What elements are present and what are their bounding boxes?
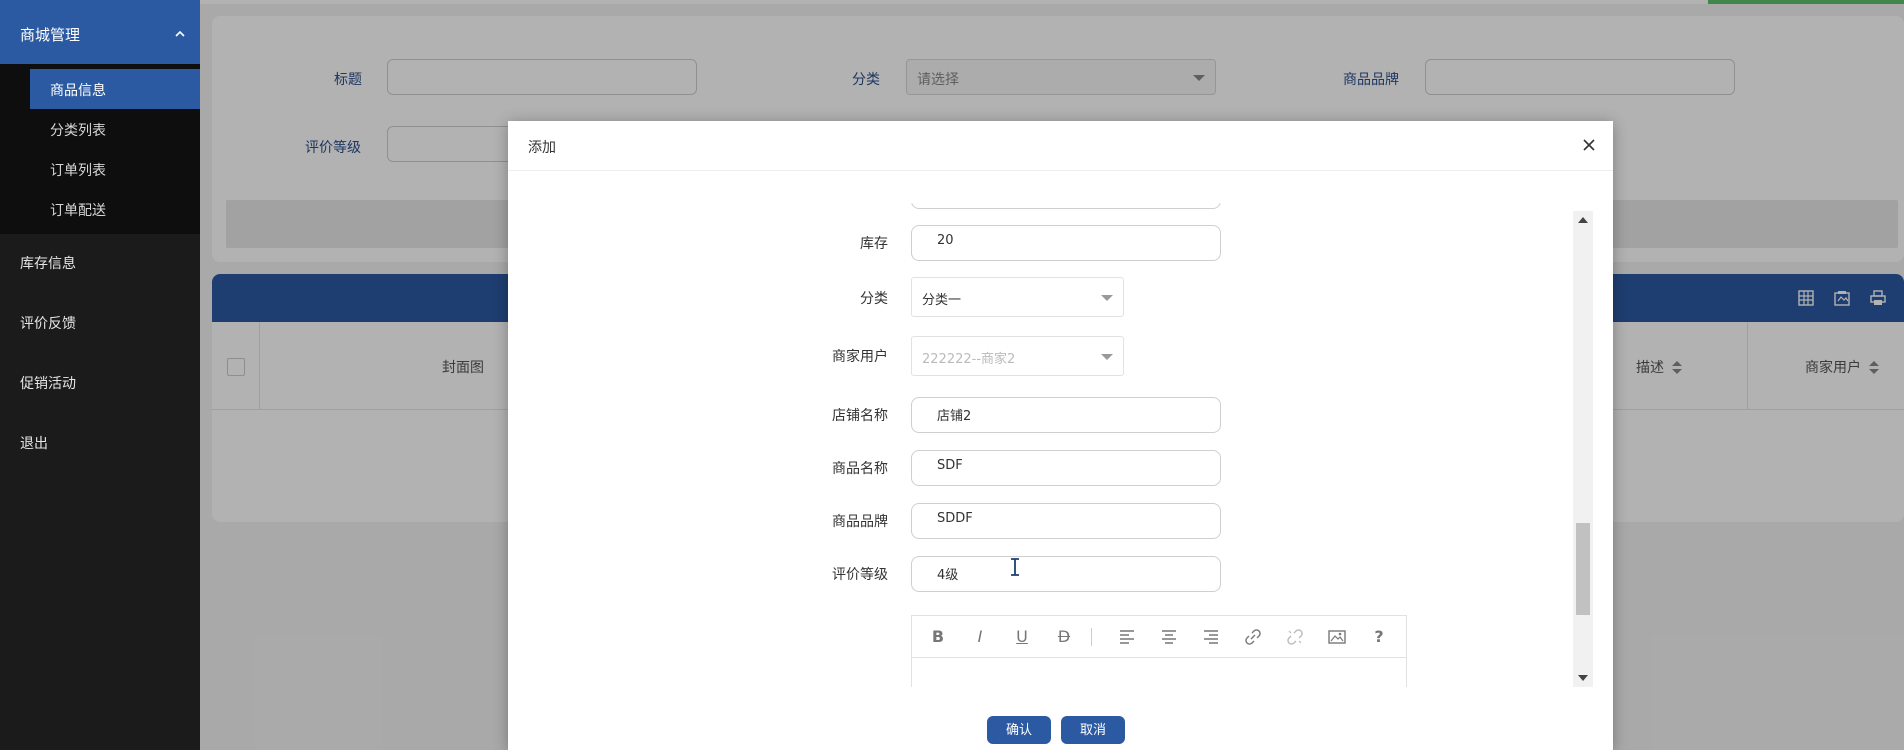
rating-input[interactable]: 4级 — [911, 556, 1221, 592]
close-icon[interactable] — [1579, 135, 1599, 155]
sidebar-item-label: 订单配送 — [50, 203, 106, 219]
stock-value: 20 — [937, 233, 954, 248]
bold-icon[interactable]: B — [929, 628, 947, 646]
sidebar-item-inventory[interactable]: 库存信息 — [0, 234, 200, 294]
shop-name-value: 店铺2 — [937, 409, 972, 424]
dialog-form: 库存 20 分类 分类一 商家用户 222222--商家2 店铺名称 店铺2 商… — [508, 203, 1593, 687]
help-icon[interactable]: ? — [1370, 628, 1388, 646]
merchant-value: 222222--商家2 — [922, 352, 1016, 367]
align-right-icon[interactable] — [1202, 628, 1220, 646]
text-cursor-icon — [1011, 558, 1019, 576]
sidebar-group-mall[interactable]: 商城管理 — [0, 0, 200, 64]
add-dialog: 添加 库存 20 分类 分类一 商家用户 222222--商家2 店铺名称 店铺… — [508, 121, 1613, 750]
image-icon[interactable] — [1328, 628, 1346, 646]
dialog-scrollbar[interactable] — [1573, 211, 1593, 687]
product-name-input[interactable]: SDF — [911, 450, 1221, 486]
sidebar-item-order-delivery[interactable]: 订单配送 — [30, 189, 200, 229]
merchant-label: 商家用户 — [832, 349, 888, 365]
sidebar-item-label: 退出 — [20, 436, 48, 452]
chevron-down-icon — [1101, 354, 1113, 360]
align-left-icon[interactable] — [1118, 628, 1136, 646]
rich-text-editor[interactable]: B I U D ? — [911, 615, 1407, 687]
sidebar: 商城管理 商品信息 分类列表 订单列表 订单配送 库存信息 评价反馈 促销活动 … — [0, 0, 200, 750]
strikethrough-icon[interactable]: D — [1055, 628, 1073, 646]
brand-input[interactable]: SDDF — [911, 503, 1221, 539]
rating-value: 4级 — [937, 568, 959, 583]
cancel-button[interactable]: 取消 — [1061, 716, 1125, 744]
hidden-above-field[interactable] — [911, 203, 1221, 209]
sidebar-item-label: 商品信息 — [50, 83, 106, 99]
dialog-title: 添加 — [528, 140, 556, 156]
align-center-icon[interactable] — [1160, 628, 1178, 646]
stock-input[interactable]: 20 — [911, 225, 1221, 261]
sidebar-submenu: 商品信息 分类列表 订单列表 订单配送 — [0, 64, 200, 234]
editor-toolbar: B I U D ? — [912, 616, 1406, 658]
scrollbar-thumb[interactable] — [1576, 523, 1590, 615]
confirm-button[interactable]: 确认 — [987, 716, 1051, 744]
sidebar-item-label: 分类列表 — [50, 123, 106, 139]
sidebar-item-product-info[interactable]: 商品信息 — [30, 69, 200, 109]
sidebar-item-promotion[interactable]: 促销活动 — [0, 354, 200, 414]
shop-name-input[interactable]: 店铺2 — [911, 397, 1221, 433]
sidebar-item-logout[interactable]: 退出 — [0, 414, 200, 474]
underline-icon[interactable]: U — [1013, 628, 1031, 646]
italic-icon[interactable]: I — [971, 628, 989, 646]
sidebar-item-label: 评价反馈 — [20, 316, 76, 332]
scroll-up-icon[interactable] — [1578, 217, 1588, 223]
link-icon[interactable] — [1244, 628, 1262, 646]
chevron-down-icon — [1101, 295, 1113, 301]
sidebar-group-label: 商城管理 — [20, 26, 81, 44]
sidebar-item-feedback[interactable]: 评价反馈 — [0, 294, 200, 354]
category-label: 分类 — [860, 291, 888, 307]
brand-value: SDDF — [937, 511, 973, 526]
sidebar-item-label: 库存信息 — [20, 256, 76, 272]
toolbar-divider — [1091, 628, 1092, 646]
product-name-value: SDF — [937, 458, 963, 473]
merchant-select[interactable]: 222222--商家2 — [911, 336, 1124, 376]
unlink-icon[interactable] — [1286, 628, 1304, 646]
stock-label: 库存 — [860, 236, 888, 252]
category-select[interactable]: 分类一 — [911, 277, 1124, 317]
shop-name-label: 店铺名称 — [832, 408, 888, 424]
sidebar-item-category-list[interactable]: 分类列表 — [30, 109, 200, 149]
sidebar-item-label: 促销活动 — [20, 376, 76, 392]
category-value: 分类一 — [922, 293, 962, 308]
chevron-up-icon — [175, 30, 185, 37]
rating-label: 评价等级 — [832, 567, 888, 583]
sidebar-item-label: 订单列表 — [50, 163, 106, 179]
brand-label: 商品品牌 — [832, 514, 888, 530]
scroll-down-icon[interactable] — [1578, 675, 1588, 681]
dialog-header: 添加 — [508, 121, 1613, 171]
sidebar-item-order-list[interactable]: 订单列表 — [30, 149, 200, 189]
product-name-label: 商品名称 — [832, 461, 888, 477]
